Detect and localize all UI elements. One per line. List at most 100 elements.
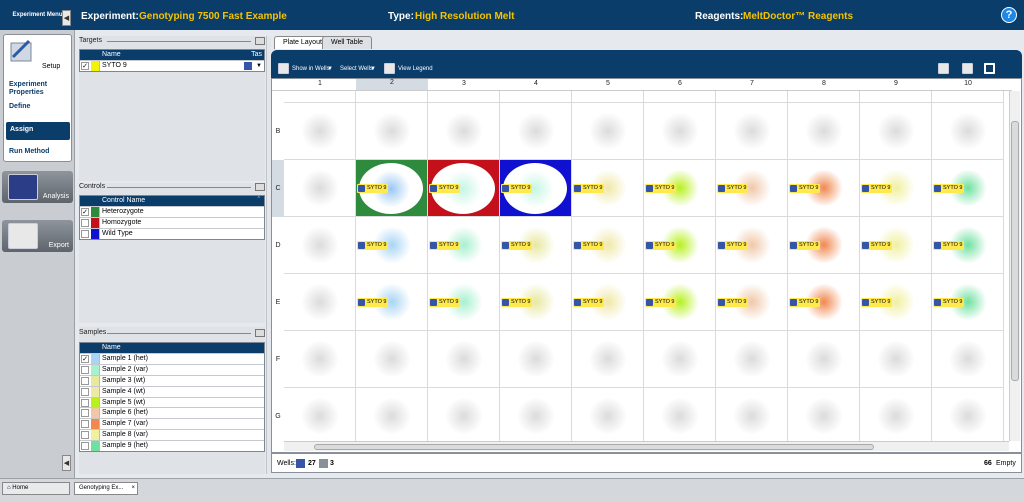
well[interactable] — [644, 388, 716, 445]
well[interactable] — [716, 103, 788, 160]
column-header[interactable]: 5 — [572, 80, 644, 87]
well[interactable] — [788, 388, 860, 445]
well[interactable] — [428, 103, 500, 160]
well[interactable] — [860, 388, 932, 445]
minimize-controls-button[interactable] — [255, 183, 265, 191]
well[interactable]: SYTO 9 — [572, 217, 644, 274]
sample-checkbox[interactable] — [81, 431, 89, 440]
well[interactable]: SYTO 9 — [860, 160, 932, 217]
well[interactable] — [788, 91, 860, 103]
row-header[interactable]: E — [272, 299, 284, 306]
zoom-out-icon[interactable] — [962, 63, 973, 74]
help-icon[interactable]: ? — [1001, 7, 1017, 23]
well[interactable] — [860, 103, 932, 160]
sample-row[interactable]: Sample 7 (var) — [80, 418, 264, 430]
control-row[interactable]: ✓ Heterozygote — [80, 206, 264, 217]
well[interactable]: SYTO 9 — [644, 217, 716, 274]
well[interactable] — [500, 103, 572, 160]
well[interactable] — [284, 217, 356, 274]
well[interactable] — [932, 331, 1004, 388]
control-checkbox[interactable]: ✓ — [81, 208, 89, 216]
well[interactable] — [284, 274, 356, 331]
well[interactable] — [860, 331, 932, 388]
well[interactable]: SYTO 9 — [572, 274, 644, 331]
target-row[interactable]: ✓ SYTO 9 ▼ — [80, 60, 264, 71]
well[interactable] — [284, 103, 356, 160]
well[interactable]: SYTO 9 — [428, 274, 500, 331]
row-header[interactable]: D — [272, 242, 284, 249]
well[interactable]: SYTO 9 — [500, 160, 572, 217]
well[interactable]: SYTO 9 — [788, 160, 860, 217]
horizontal-scroll-thumb[interactable] — [314, 444, 874, 450]
well[interactable]: SYTO 9 — [788, 274, 860, 331]
well[interactable] — [500, 331, 572, 388]
well[interactable] — [644, 331, 716, 388]
home-tab[interactable]: ⌂ Home — [2, 482, 70, 495]
well[interactable]: SYTO 9 — [932, 217, 1004, 274]
horizontal-scrollbar[interactable] — [284, 441, 1009, 451]
well[interactable]: SYTO 9 — [716, 217, 788, 274]
experiment-properties-link[interactable]: Experiment Properties — [9, 81, 54, 97]
well[interactable] — [284, 91, 356, 103]
control-checkbox[interactable] — [81, 218, 89, 227]
minimize-samples-button[interactable] — [255, 329, 265, 337]
sample-row[interactable]: Sample 9 (het) — [80, 440, 264, 452]
sample-checkbox[interactable]: ✓ — [81, 355, 89, 363]
collapse-menu-button[interactable]: ◀ — [62, 10, 71, 26]
sample-checkbox[interactable] — [81, 365, 89, 374]
sample-row[interactable]: Sample 2 (var) — [80, 363, 264, 375]
well[interactable] — [644, 103, 716, 160]
well[interactable] — [284, 388, 356, 445]
select-wells-button[interactable]: Select Wells — [340, 66, 373, 72]
well[interactable] — [356, 103, 428, 160]
well[interactable] — [356, 331, 428, 388]
well[interactable]: SYTO 9 — [932, 274, 1004, 331]
row-header[interactable]: B — [272, 128, 284, 135]
well[interactable]: SYTO 9 — [500, 274, 572, 331]
column-header[interactable]: 1 — [284, 80, 356, 87]
vertical-scrollbar[interactable] — [1009, 91, 1020, 441]
well[interactable] — [932, 388, 1004, 445]
well[interactable]: SYTO 9 — [428, 160, 500, 217]
well[interactable] — [572, 388, 644, 445]
well[interactable]: SYTO 9 — [932, 160, 1004, 217]
expand-menu-button[interactable]: ◀ — [62, 455, 71, 471]
well[interactable] — [356, 388, 428, 445]
run-method-link[interactable]: Run Method — [9, 148, 49, 156]
tab-well-table[interactable]: Well Table — [322, 36, 373, 49]
zoom-in-icon[interactable] — [938, 63, 949, 74]
well[interactable] — [500, 91, 572, 103]
column-header[interactable]: 6 — [644, 80, 716, 87]
sample-checkbox[interactable] — [81, 442, 89, 451]
control-checkbox[interactable] — [81, 229, 89, 238]
well[interactable] — [932, 91, 1004, 103]
export-button[interactable]: Export — [2, 220, 73, 252]
row-header[interactable]: C — [272, 160, 284, 217]
control-row[interactable]: Wild Type — [80, 227, 264, 239]
well[interactable] — [284, 331, 356, 388]
sample-checkbox[interactable] — [81, 409, 89, 418]
well[interactable] — [716, 91, 788, 103]
control-row[interactable]: Homozygote — [80, 216, 264, 228]
target-checkbox[interactable]: ✓ — [81, 62, 89, 70]
column-header[interactable]: 9 — [860, 80, 932, 87]
well[interactable] — [428, 331, 500, 388]
well[interactable]: SYTO 9 — [860, 274, 932, 331]
well[interactable] — [788, 331, 860, 388]
well[interactable] — [428, 388, 500, 445]
task-dropdown[interactable]: ▼ — [256, 61, 262, 71]
column-header[interactable]: 2 — [356, 79, 428, 90]
show-in-wells-button[interactable]: Show in Wells — [292, 66, 330, 72]
well[interactable] — [572, 103, 644, 160]
fit-to-window-icon[interactable] — [984, 63, 995, 74]
sample-row[interactable]: ✓ Sample 1 (het) — [80, 353, 264, 364]
well[interactable]: SYTO 9 — [356, 217, 428, 274]
column-header[interactable]: 10 — [932, 80, 1004, 87]
well[interactable]: SYTO 9 — [356, 274, 428, 331]
well[interactable]: SYTO 9 — [572, 160, 644, 217]
sample-checkbox[interactable] — [81, 376, 89, 385]
well[interactable] — [860, 91, 932, 103]
sample-row[interactable]: Sample 4 (wt) — [80, 385, 264, 397]
view-legend-button[interactable]: View Legend — [398, 66, 433, 72]
well[interactable]: SYTO 9 — [788, 217, 860, 274]
